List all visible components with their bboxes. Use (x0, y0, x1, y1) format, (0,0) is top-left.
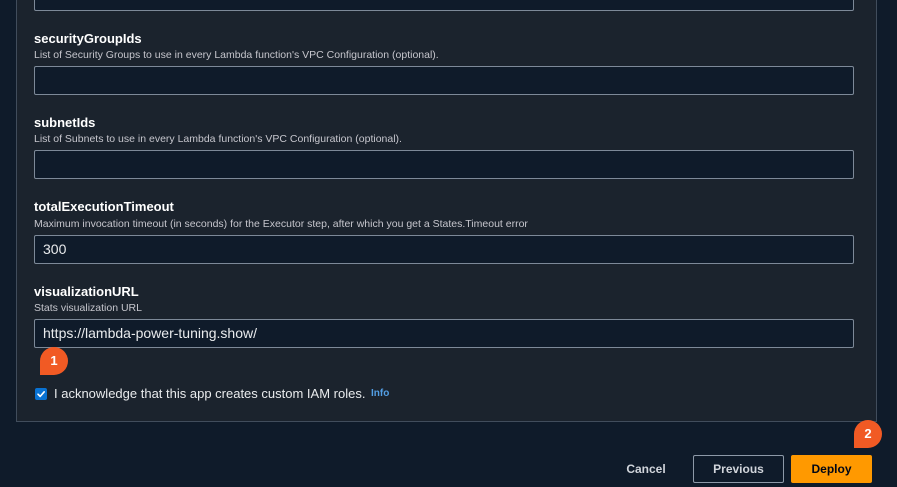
deploy-application-page: securityGroupIds List of Security Groups… (0, 0, 897, 487)
step-badge-1: 1 (40, 347, 68, 375)
subnet-ids-description: List of Subnets to use in every Lambda f… (34, 133, 402, 145)
cancel-button[interactable]: Cancel (616, 455, 676, 483)
subnet-ids-input[interactable] (34, 150, 854, 179)
acknowledge-label: I acknowledge that this app creates cust… (54, 386, 366, 401)
visualization-url-description: Stats visualization URL (34, 302, 142, 314)
total-execution-timeout-label: totalExecutionTimeout (34, 199, 174, 214)
security-group-ids-input[interactable] (34, 66, 854, 95)
previous-parameter-input[interactable] (34, 0, 854, 11)
step-badge-2: 2 (854, 420, 882, 448)
total-execution-timeout-description: Maximum invocation timeout (in seconds) … (34, 218, 528, 230)
acknowledge-checkbox[interactable] (35, 388, 47, 400)
subnet-ids-label: subnetIds (34, 115, 96, 130)
visualization-url-input[interactable]: https://lambda-power-tuning.show/ (34, 319, 854, 348)
checkmark-icon (37, 391, 45, 398)
security-group-ids-label: securityGroupIds (34, 31, 142, 46)
previous-button[interactable]: Previous (693, 455, 784, 483)
info-link[interactable]: Info (371, 388, 389, 399)
deploy-button[interactable]: Deploy (791, 455, 872, 483)
visualization-url-label: visualizationURL (34, 284, 139, 299)
total-execution-timeout-input[interactable]: 300 (34, 235, 854, 264)
security-group-ids-description: List of Security Groups to use in every … (34, 49, 439, 61)
